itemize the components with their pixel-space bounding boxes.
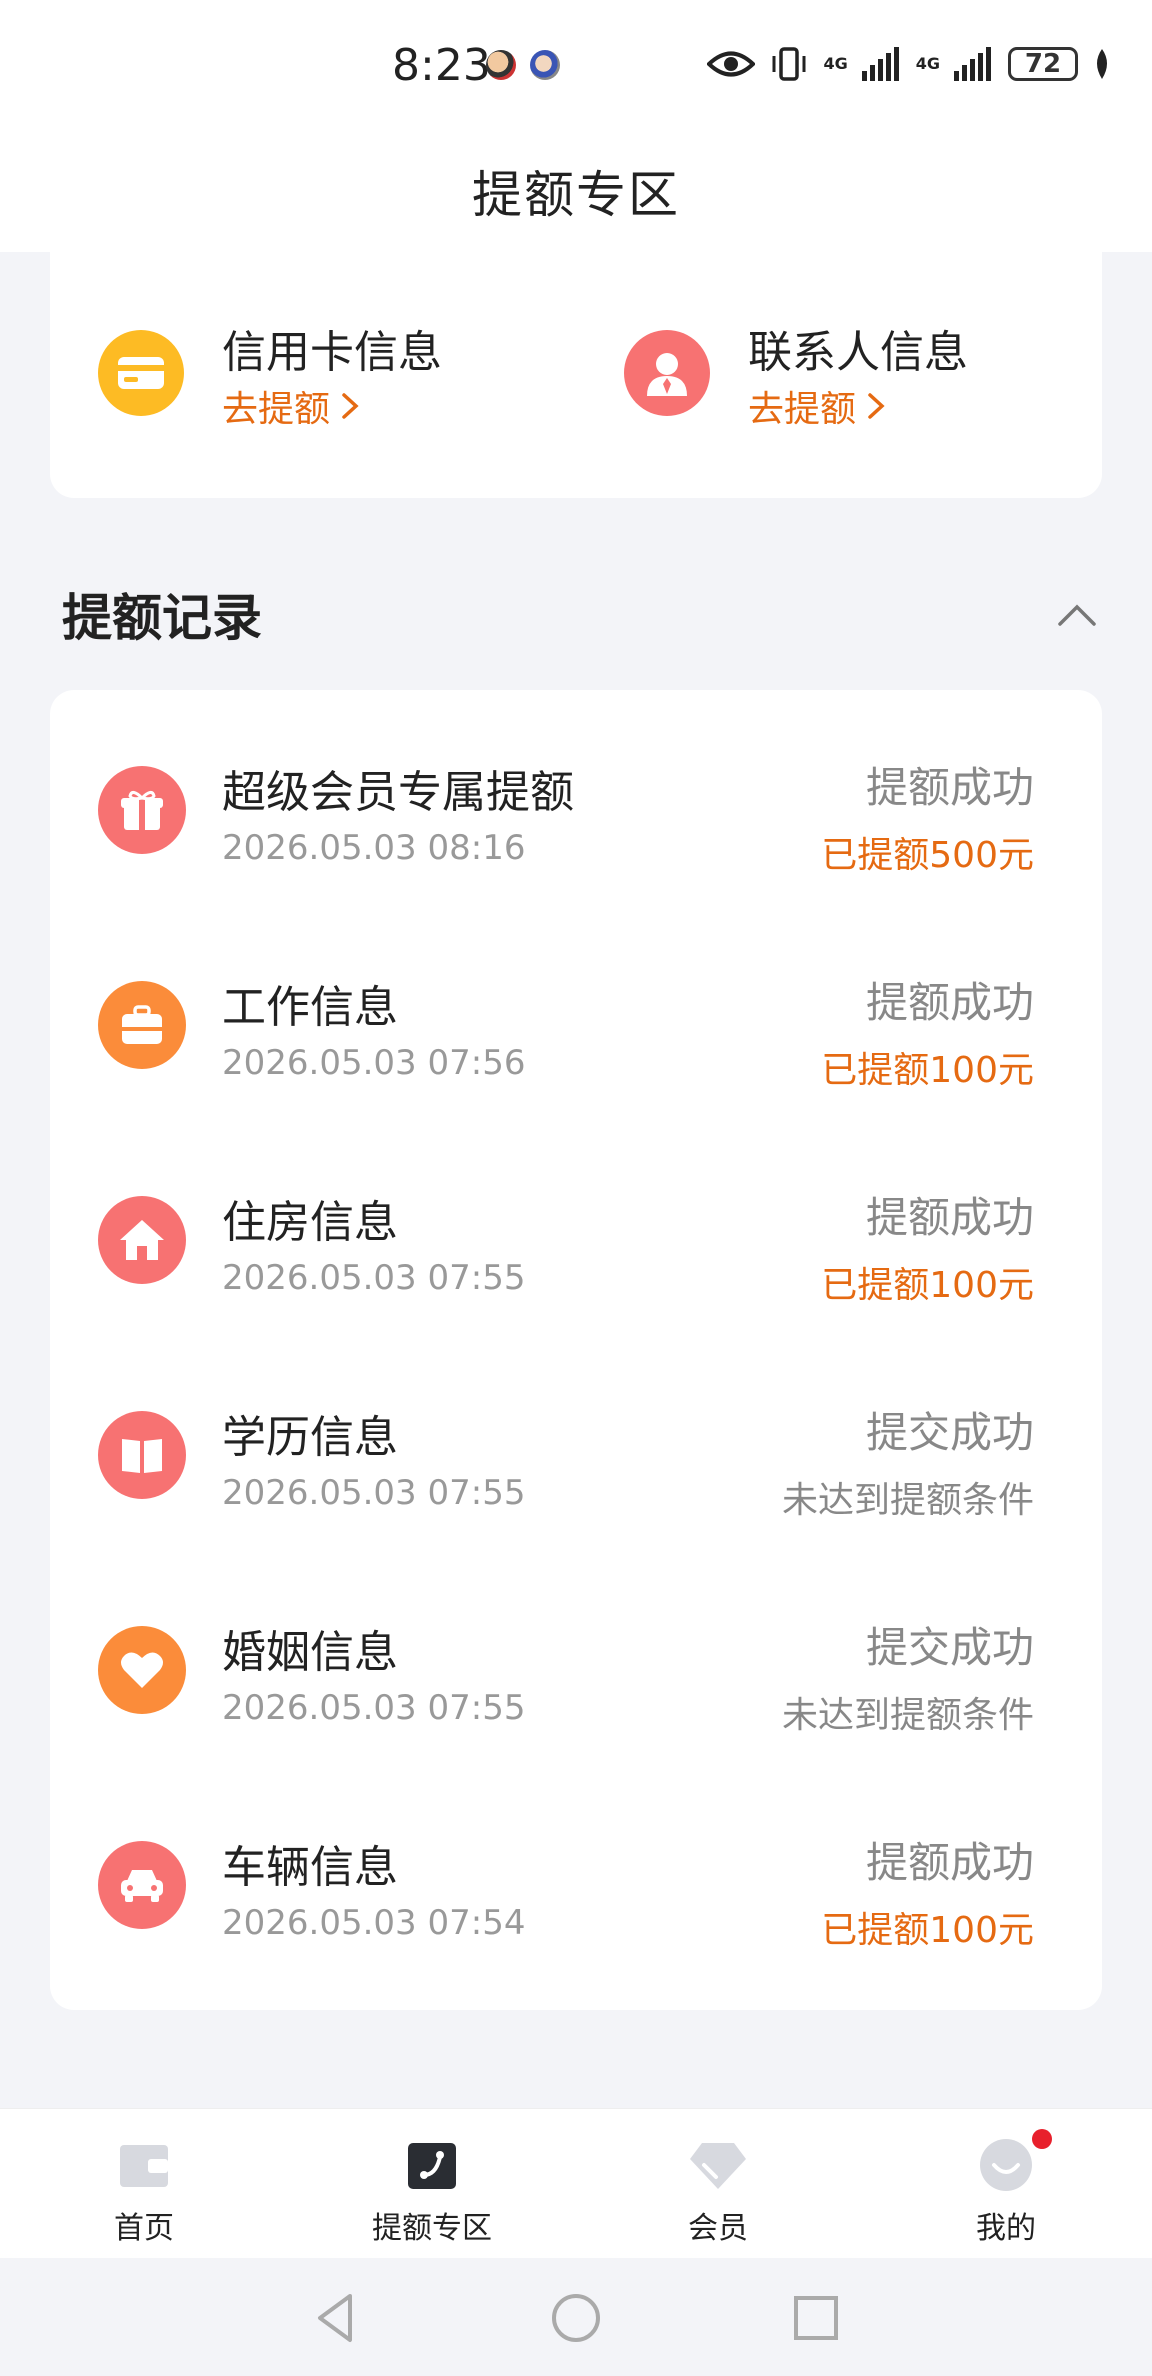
record-result: 未达到提额条件 xyxy=(781,1480,1034,1521)
network-type-2: 4G xyxy=(915,54,940,73)
nav-label: 我的 xyxy=(976,2211,1036,2246)
app-notification-icon xyxy=(486,50,516,80)
record-row[interactable]: 婚姻信息 2026.05.03 07:55 提交成功 未达到提额条件 xyxy=(50,1550,1102,1765)
page-header: 提额专区 xyxy=(0,130,1152,252)
record-result: 已提额100元 xyxy=(821,1910,1034,1951)
record-row[interactable]: 工作信息 2026.05.03 07:56 提额成功 已提额100元 xyxy=(50,905,1102,1120)
gift-icon xyxy=(98,766,186,854)
record-row[interactable]: 超级会员专属提额 2026.05.03 08:16 提额成功 已提额500元 xyxy=(50,690,1102,905)
nav-label: 提额专区 xyxy=(372,2211,492,2246)
record-row[interactable]: 车辆信息 2026.05.03 07:54 提额成功 已提额100元 xyxy=(50,1765,1102,1980)
status-bar: 8:23 4G 4G 72 xyxy=(0,0,1152,130)
raise-link-label: 去提额 xyxy=(748,389,857,430)
credit-card-icon xyxy=(98,330,184,416)
page: 8:23 4G 4G 72 提额专区 信用卡信息 去提额 联系人信息 去提额 提… xyxy=(0,0,1152,2376)
record-time: 2026.05.03 07:56 xyxy=(222,1043,526,1083)
phone-card-icon xyxy=(402,2135,462,2195)
home-circle-icon[interactable] xyxy=(546,2288,606,2348)
recent-apps-icon[interactable] xyxy=(786,2288,846,2348)
contact-raise-link[interactable]: 去提额 xyxy=(748,380,886,432)
house-icon xyxy=(98,1196,186,1284)
contact-info-title: 联系人信息 xyxy=(748,327,968,378)
credit-card-info-title: 信用卡信息 xyxy=(222,327,442,378)
record-time: 2026.05.03 07:55 xyxy=(222,1258,526,1298)
wallet-icon xyxy=(114,2135,174,2195)
record-title: 婚姻信息 xyxy=(222,1627,398,1678)
record-result: 已提额500元 xyxy=(821,835,1034,876)
network-type-1: 4G xyxy=(823,54,848,73)
record-time: 2026.05.03 08:16 xyxy=(222,828,526,868)
contact-person-icon xyxy=(624,330,710,416)
chevron-up-icon[interactable] xyxy=(1056,594,1098,636)
records-list: 超级会员专属提额 2026.05.03 08:16 提额成功 已提额500元 工… xyxy=(50,690,1102,2010)
diamond-icon xyxy=(688,2135,748,2195)
back-icon[interactable] xyxy=(306,2288,366,2348)
car-icon xyxy=(98,1841,186,1929)
credit-card-raise-link[interactable]: 去提额 xyxy=(222,380,360,432)
notification-badge xyxy=(1032,2129,1052,2149)
record-result: 未达到提额条件 xyxy=(781,1695,1034,1736)
record-time: 2026.05.03 07:54 xyxy=(222,1903,526,1943)
page-title: 提额专区 xyxy=(472,166,680,224)
bottom-nav: 首页 提额专区 会员 我的 xyxy=(0,2108,1152,2258)
record-result: 已提额100元 xyxy=(821,1265,1034,1306)
record-result: 已提额100元 xyxy=(821,1050,1034,1091)
nav-item-mine[interactable]: 我的 xyxy=(906,2129,1106,2247)
system-nav-bar xyxy=(0,2258,1152,2376)
book-icon xyxy=(98,1411,186,1499)
nav-item-member[interactable]: 会员 xyxy=(618,2135,818,2247)
record-title: 住房信息 xyxy=(222,1197,398,1248)
heart-icon xyxy=(98,1626,186,1714)
nav-item-home[interactable]: 首页 xyxy=(44,2135,244,2247)
record-title: 工作信息 xyxy=(222,982,398,1033)
nav-label: 会员 xyxy=(688,2211,748,2246)
info-card: 信用卡信息 去提额 联系人信息 去提额 xyxy=(50,240,1102,498)
record-status: 提交成功 xyxy=(865,1408,1034,1457)
record-title: 学历信息 xyxy=(222,1412,398,1463)
signal-icon xyxy=(954,47,991,81)
status-time: 8:23 xyxy=(392,40,491,91)
chevron-right-icon xyxy=(868,393,885,419)
record-time: 2026.05.03 07:55 xyxy=(222,1473,526,1513)
record-status: 提额成功 xyxy=(865,1838,1034,1887)
briefcase-icon xyxy=(98,981,186,1069)
records-section-title: 提额记录 xyxy=(62,589,262,647)
record-status: 提额成功 xyxy=(865,978,1034,1027)
record-row[interactable]: 学历信息 2026.05.03 07:55 提交成功 未达到提额条件 xyxy=(50,1335,1102,1550)
record-time: 2026.05.03 07:55 xyxy=(222,1688,526,1728)
nav-item-raise-zone[interactable]: 提额专区 xyxy=(332,2135,532,2247)
smiley-icon xyxy=(976,2129,1052,2195)
battery-indicator: 72 xyxy=(1008,47,1078,81)
app-notification-icon xyxy=(530,50,560,80)
leaf-icon xyxy=(1097,49,1107,79)
eye-icon xyxy=(707,51,756,77)
vibrate-icon xyxy=(772,47,806,81)
status-indicators: 4G 4G 72 xyxy=(707,46,1112,82)
record-status: 提额成功 xyxy=(865,1193,1034,1242)
record-title: 车辆信息 xyxy=(222,1842,398,1893)
chevron-right-icon xyxy=(342,393,359,419)
record-title: 超级会员专属提额 xyxy=(222,767,574,818)
record-row[interactable]: 住房信息 2026.05.03 07:55 提额成功 已提额100元 xyxy=(50,1120,1102,1335)
record-status: 提额成功 xyxy=(865,763,1034,812)
record-status: 提交成功 xyxy=(865,1623,1034,1672)
raise-link-label: 去提额 xyxy=(222,389,331,430)
nav-label: 首页 xyxy=(114,2211,174,2246)
signal-icon xyxy=(861,47,899,81)
